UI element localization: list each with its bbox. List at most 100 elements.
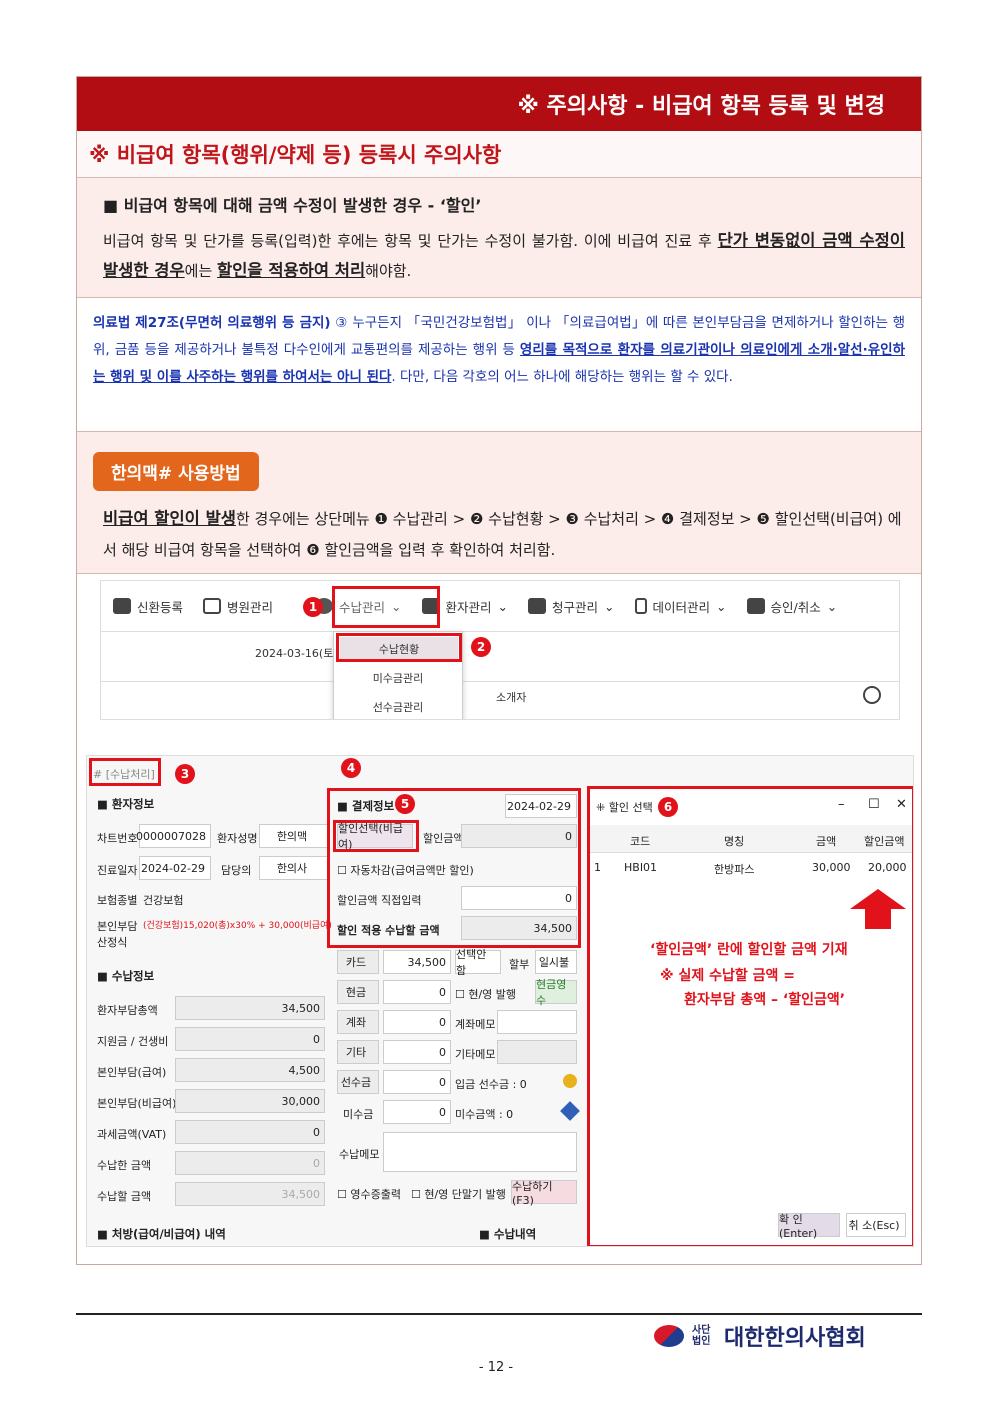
paylist-header: ■ 수납내역 [479, 1227, 537, 1241]
auto-deduct-check[interactable]: ☐ 자동차감(급여금액만 할인) [337, 862, 474, 878]
row-amount: 30,000 [812, 861, 851, 874]
receipt-print-check[interactable]: ☐ 영수증출력 [337, 1186, 401, 1202]
cash-receipt-button[interactable]: 현금영수 [535, 978, 577, 1007]
marker-4: 4 [341, 758, 361, 778]
pay-submit-button[interactable]: 수납하기(F3) [511, 1180, 577, 1207]
transfer-field[interactable]: 0 [383, 1010, 451, 1034]
cash-receipt-check[interactable]: ☐ 현/영 발행 [455, 986, 516, 1002]
dollar-icon [528, 598, 547, 614]
user-add-icon [113, 598, 131, 614]
table-row[interactable]: 1 HBI01 한방파스 30,000 20,000 [590, 855, 912, 881]
cancel-button[interactable]: 취 소(Esc) [846, 1213, 906, 1237]
chart-no-label: 차트번호 [97, 832, 138, 845]
nav-date: 2024-03-16(토) [255, 647, 338, 660]
dropdown-prepaid[interactable]: 선수금관리 [334, 699, 462, 715]
other-field[interactable]: 0 [383, 1040, 451, 1064]
minimize-icon[interactable]: – [838, 797, 845, 812]
footer-logo: 사단법인 대한한의사협회 [654, 1320, 866, 1352]
confirm-button[interactable]: 확 인(Enter) [778, 1213, 840, 1240]
pay-row-value: 34,500 [175, 1182, 325, 1206]
menu-approval[interactable]: 승인/취소 ⌄ [746, 597, 837, 616]
calc-value: (건강보험)15,020(총)x30% + 30,000(비급여) [143, 921, 332, 931]
pay-row-label: 본인부담(급여) [97, 1066, 167, 1079]
memo-label: 수납메모 [339, 1148, 380, 1161]
direct-input-field[interactable]: 0 [461, 886, 577, 910]
menu-hospital[interactable]: 병원관리 [203, 597, 273, 616]
doctor-label: 담당의 [221, 864, 252, 877]
cash-label: 현금 [337, 980, 379, 1004]
tab-referrer[interactable]: 소개자 [496, 689, 526, 705]
usb-icon [634, 598, 647, 614]
page-number: - 12 - [478, 1360, 514, 1375]
window-title: ⁜ 할인 선택 [596, 801, 653, 814]
usage-section: 한의맥# 사용방법 비급여 할인이 발생한 경우에는 상단메뉴 ❶ 수납관리 >… [77, 432, 921, 574]
menu-new-patient[interactable]: 신환등록 [113, 597, 183, 616]
discount-field[interactable]: 0 [461, 824, 577, 848]
menu-claim[interactable]: 청구관리 ⌄ [528, 597, 615, 616]
footer-divider [76, 1313, 922, 1315]
discount-text: 비급여 항목 및 단가를 등록(입력)한 후에는 항목 및 단가는 수정이 불가… [103, 231, 905, 280]
other-memo-field[interactable] [497, 1040, 577, 1064]
card-label: 카드 [337, 950, 379, 974]
usage-badge: 한의맥# 사용방법 [93, 452, 259, 491]
menu-data[interactable]: 데이터관리 ⌄ [634, 597, 727, 616]
col-code: 코드 [630, 835, 651, 848]
row-index: 1 [594, 861, 601, 874]
note-line-1: ‘할인금액’ 란에 할인할 금액 기재 [650, 942, 848, 958]
transfer-memo-label: 계좌메모 [455, 1018, 496, 1031]
pay-row-label: 지원금 / 건생비 [97, 1035, 169, 1048]
prepaid-field[interactable]: 0 [383, 1070, 451, 1094]
pay-row-label: 본인부담(비급여) [97, 1097, 177, 1110]
unpaid-field[interactable]: 0 [383, 1100, 451, 1124]
discount-section: ■ 비급여 항목에 대해 금액 수정이 발생한 경우 - ‘할인’ 비급여 항목… [77, 178, 921, 298]
pay-row-label: 환자부담총액 [97, 1004, 158, 1017]
row-discount[interactable]: 20,000 [868, 861, 907, 874]
footer-org-small: 사단법인 [692, 1325, 711, 1347]
doctor-field[interactable]: 한의사 [259, 856, 329, 880]
patient-info-header: ■ 환자정보 [97, 797, 155, 811]
pay-row-value: 30,000 [175, 1089, 325, 1113]
card-field[interactable]: 34,500 [383, 950, 451, 974]
discount-heading: ■ 비급여 항목에 대해 금액 수정이 발생한 경우 - ‘할인’ [103, 196, 482, 215]
pay-info-header: ■ 수납정보 [97, 969, 155, 983]
lump-select[interactable]: 일시불 [535, 950, 577, 974]
name-field[interactable]: 한의맥 [259, 824, 329, 848]
marker-3: 3 [175, 764, 195, 784]
pay-row-label: 과세금액(VAT) [97, 1128, 167, 1141]
payment-header: ■ 결제정보 [337, 799, 395, 813]
highlight-status [336, 633, 462, 662]
hospital-icon [203, 598, 222, 614]
coin-icon[interactable] [563, 1074, 577, 1088]
cash-terminal-check[interactable]: ☐ 현/영 단말기 발행 [411, 1186, 506, 1202]
cash-field[interactable]: 0 [383, 980, 451, 1004]
date-field[interactable]: 2024-02-29 [139, 856, 211, 880]
marker-2: 2 [471, 637, 491, 657]
nav-screenshot: 신환등록 병원관리 수납관리 ⌄ 환자관리 ⌄ 청구관리 ⌄ 데이터관리 ⌄ 승인/취소… [100, 580, 900, 720]
chart-no-field[interactable]: 0000007028 [136, 824, 211, 848]
pay-row-label: 수납한 금액 [97, 1159, 152, 1172]
date-label: 진료일자 [97, 864, 138, 877]
payment-screenshot: # [수납처리] 3 4 ■ 환자정보 차트번호 0000007028 환자성명… [86, 755, 914, 1247]
insurance-value: 건강보험 [143, 894, 184, 907]
col-discount: 할인금액 [864, 835, 905, 848]
transfer-label: 계좌 [337, 1010, 379, 1034]
pay-row-label: 수납할 금액 [97, 1190, 152, 1203]
section-subtitle: ※ 비급여 항목(행위/약제 등) 등록시 주의사항 [77, 131, 921, 178]
top-menu: 신환등록 병원관리 수납관리 ⌄ 환자관리 ⌄ 청구관리 ⌄ 데이터관리 ⌄ 승인/취소… [101, 581, 899, 631]
footer-org: 대한한의사협회 [724, 1326, 866, 1351]
insurance-label: 보험종별 [97, 894, 138, 907]
memo-field[interactable] [383, 1132, 577, 1172]
tag-icon[interactable] [560, 1101, 580, 1121]
association-logo-icon [654, 1325, 684, 1347]
payment-date[interactable]: 2024-02-29 [505, 794, 577, 818]
mail-icon [863, 686, 881, 704]
maximize-icon[interactable]: ☐ [868, 797, 880, 812]
card-select[interactable]: 선택안함 [455, 948, 501, 977]
close-icon[interactable]: ✕ [896, 797, 907, 812]
col-name: 명칭 [724, 835, 745, 848]
pay-row-value: 0 [175, 1151, 325, 1175]
dropdown-unpaid[interactable]: 미수금관리 [334, 670, 462, 686]
transfer-memo-field[interactable] [497, 1010, 577, 1034]
unpaid-label: 미수금 [343, 1108, 374, 1121]
note-line-3: 환자부담 총액 – ‘할인금액’ [684, 992, 846, 1008]
